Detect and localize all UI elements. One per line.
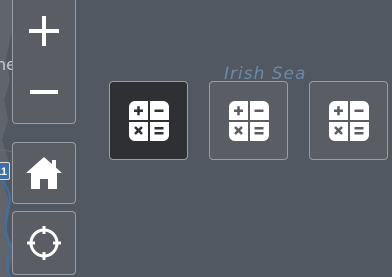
locate-button[interactable] — [12, 211, 76, 275]
measure-tool-button-1[interactable] — [109, 81, 188, 160]
crosshair-icon — [27, 226, 61, 260]
measure-tool-button-3[interactable] — [309, 81, 388, 160]
road-number-badge: 11 — [0, 162, 10, 180]
zoom-out-button[interactable] — [13, 61, 75, 122]
plus-icon — [29, 15, 59, 46]
home-button[interactable] — [12, 142, 76, 204]
minus-icon — [30, 89, 58, 94]
calculator-icon — [228, 100, 269, 141]
zoom-control — [12, 0, 76, 124]
home-icon — [26, 157, 62, 189]
calculator-icon — [128, 100, 169, 141]
zoom-in-button[interactable] — [13, 0, 75, 61]
calculator-icon — [328, 100, 369, 141]
measure-tool-button-2[interactable] — [209, 81, 288, 160]
